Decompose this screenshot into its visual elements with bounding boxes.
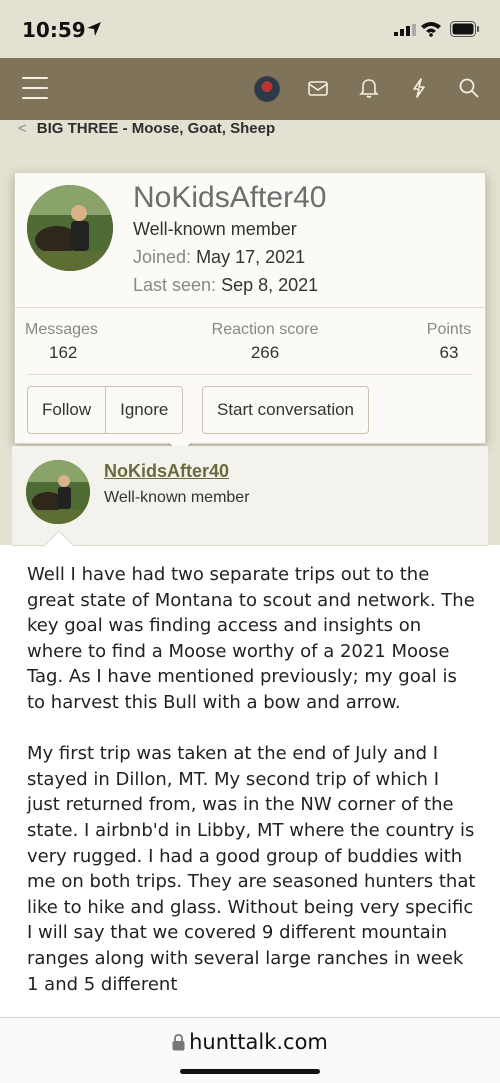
post-user-header: NoKidsAfter40 Well-known member <box>12 446 488 546</box>
post-paragraph: Well I have had two separate trips out t… <box>27 564 475 713</box>
search-icon[interactable] <box>458 77 480 99</box>
location-arrow-icon <box>87 22 101 36</box>
post-user-role: Well-known member <box>104 489 250 506</box>
points-value: 63 <box>439 343 459 362</box>
member-avatar[interactable] <box>27 185 113 271</box>
start-conversation-button[interactable]: Start conversation <box>202 386 370 434</box>
ignore-button[interactable]: Ignore <box>105 387 182 433</box>
wifi-icon <box>421 22 441 37</box>
member-tooltip-card: NoKidsAfter40 Well-known member Joined: … <box>14 172 486 444</box>
messages-stat[interactable]: Messages 162 <box>25 321 98 363</box>
follow-button[interactable]: Follow <box>28 387 105 433</box>
post-body: Well I have had two separate trips out t… <box>27 562 477 1023</box>
url-domain: hunttalk.com <box>189 1030 328 1054</box>
user-avatar[interactable] <box>254 76 280 102</box>
member-role: Well-known member <box>133 219 297 239</box>
battery-icon <box>450 21 479 37</box>
reaction-score-stat: Reaction score 266 <box>205 321 325 363</box>
divider <box>15 307 485 308</box>
post-paragraph: My first trip was taken at the end of Ju… <box>27 743 476 995</box>
member-username[interactable]: NoKidsAfter40 <box>133 181 326 215</box>
hunter-photo <box>26 460 90 524</box>
last-seen-label: Last seen: <box>133 275 217 295</box>
joined-row: Joined: May 17, 2021 <box>133 247 305 268</box>
bell-icon[interactable] <box>358 77 380 99</box>
cellular-signal-icon <box>394 24 416 36</box>
menu-icon[interactable] <box>22 77 48 99</box>
breadcrumb-label[interactable]: BIG THREE - Moose, Goat, Sheep <box>37 120 275 137</box>
inbox-icon[interactable] <box>307 77 329 99</box>
chevron-left-icon: < <box>18 120 27 137</box>
messages-value: 162 <box>49 343 78 362</box>
lock-icon <box>172 1034 185 1051</box>
home-indicator[interactable] <box>180 1069 320 1074</box>
post-username-link[interactable]: NoKidsAfter40 <box>104 461 229 482</box>
breadcrumb[interactable]: < BIG THREE - Moose, Goat, Sheep <box>18 120 275 137</box>
reaction-score-value: 266 <box>250 343 280 362</box>
divider <box>27 374 473 375</box>
joined-label: Joined: <box>133 247 192 267</box>
hunter-photo <box>27 185 113 271</box>
top-nav-bar <box>0 58 500 120</box>
status-bar: 10:59 <box>0 0 500 58</box>
post-avatar[interactable] <box>26 460 90 524</box>
url-display[interactable]: hunttalk.com <box>0 1030 500 1054</box>
joined-value: May 17, 2021 <box>196 247 306 267</box>
points-stat[interactable]: Points 63 <box>421 321 477 363</box>
last-seen-row: Last seen: Sep 8, 2021 <box>133 275 318 296</box>
lightning-bolt-icon[interactable] <box>408 77 430 99</box>
last-seen-value: Sep 8, 2021 <box>221 275 319 295</box>
messages-label: Messages <box>25 321 98 338</box>
reaction-score-label: Reaction score <box>211 321 319 338</box>
status-time: 10:59 <box>22 18 86 42</box>
points-label: Points <box>426 321 472 338</box>
follow-ignore-group: Follow Ignore <box>27 386 184 434</box>
